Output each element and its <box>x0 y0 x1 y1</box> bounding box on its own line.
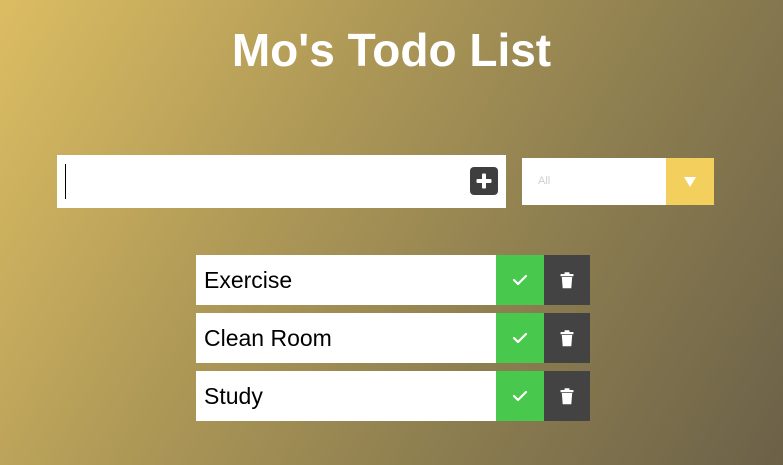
trash-icon <box>560 329 574 346</box>
filter-dropdown-arrow[interactable] <box>666 158 714 205</box>
filter-selected-value: All <box>538 175 551 187</box>
add-todo-button[interactable] <box>470 167 498 195</box>
todo-item: Exercise <box>196 255 590 305</box>
check-icon <box>512 274 528 286</box>
todo-list: Exercise Clean Room Study <box>196 255 590 429</box>
todo-item: Clean Room <box>196 313 590 363</box>
page-title: Mo's Todo List <box>231 24 552 76</box>
filter-select[interactable]: All <box>522 158 714 205</box>
text-caret <box>65 164 66 199</box>
complete-button[interactable] <box>496 313 544 363</box>
todo-item-text: Exercise <box>196 255 496 305</box>
todo-input-container <box>57 155 506 208</box>
todo-item: Study <box>196 371 590 421</box>
todo-item-text: Clean Room <box>196 313 496 363</box>
todo-input[interactable] <box>57 155 457 208</box>
check-icon <box>512 332 528 344</box>
complete-button[interactable] <box>496 255 544 305</box>
triangle-down-icon <box>684 176 696 187</box>
delete-button[interactable] <box>544 313 590 363</box>
plus-icon <box>476 173 492 189</box>
trash-icon <box>560 271 574 288</box>
delete-button[interactable] <box>544 371 590 421</box>
todo-item-text: Study <box>196 371 496 421</box>
check-icon <box>512 390 528 402</box>
delete-button[interactable] <box>544 255 590 305</box>
trash-icon <box>560 387 574 404</box>
complete-button[interactable] <box>496 371 544 421</box>
